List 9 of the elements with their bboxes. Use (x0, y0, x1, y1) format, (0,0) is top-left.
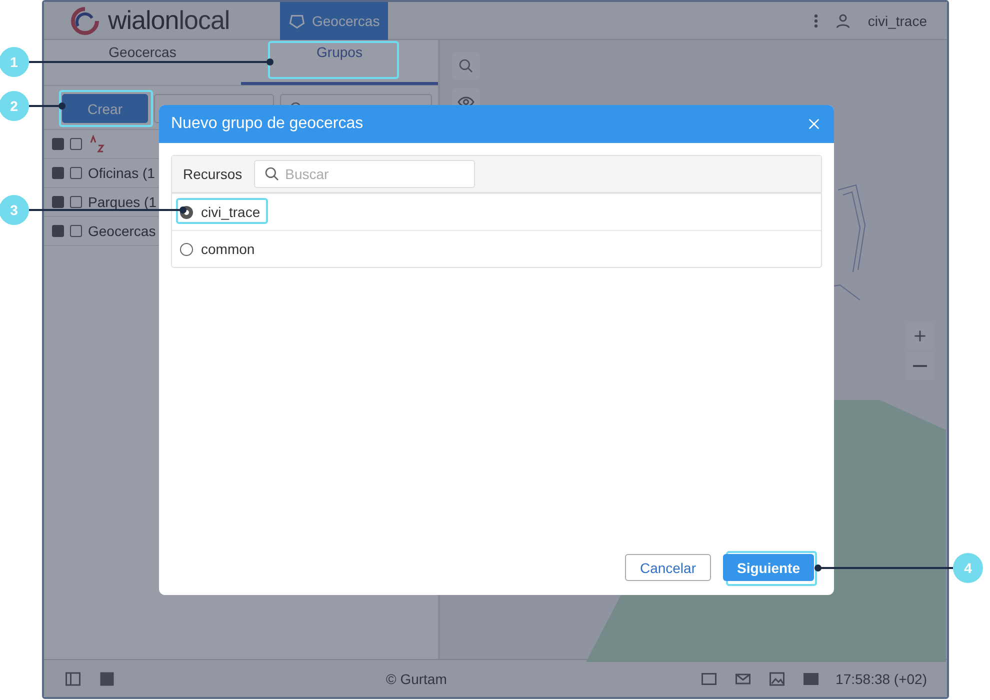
callout-number: 1 (0, 47, 29, 77)
copyright: © Gurtam (386, 670, 447, 686)
dialog-title: Nuevo grupo de geocercas (171, 115, 364, 133)
logo-text: wialonlocal (108, 5, 230, 36)
clock: 17:58:38 (+02) (836, 670, 927, 686)
callout-number: 2 (0, 91, 29, 121)
callout-number: 3 (0, 195, 29, 225)
callout-number: 4 (953, 553, 983, 583)
column-header: Recursos (183, 166, 242, 182)
